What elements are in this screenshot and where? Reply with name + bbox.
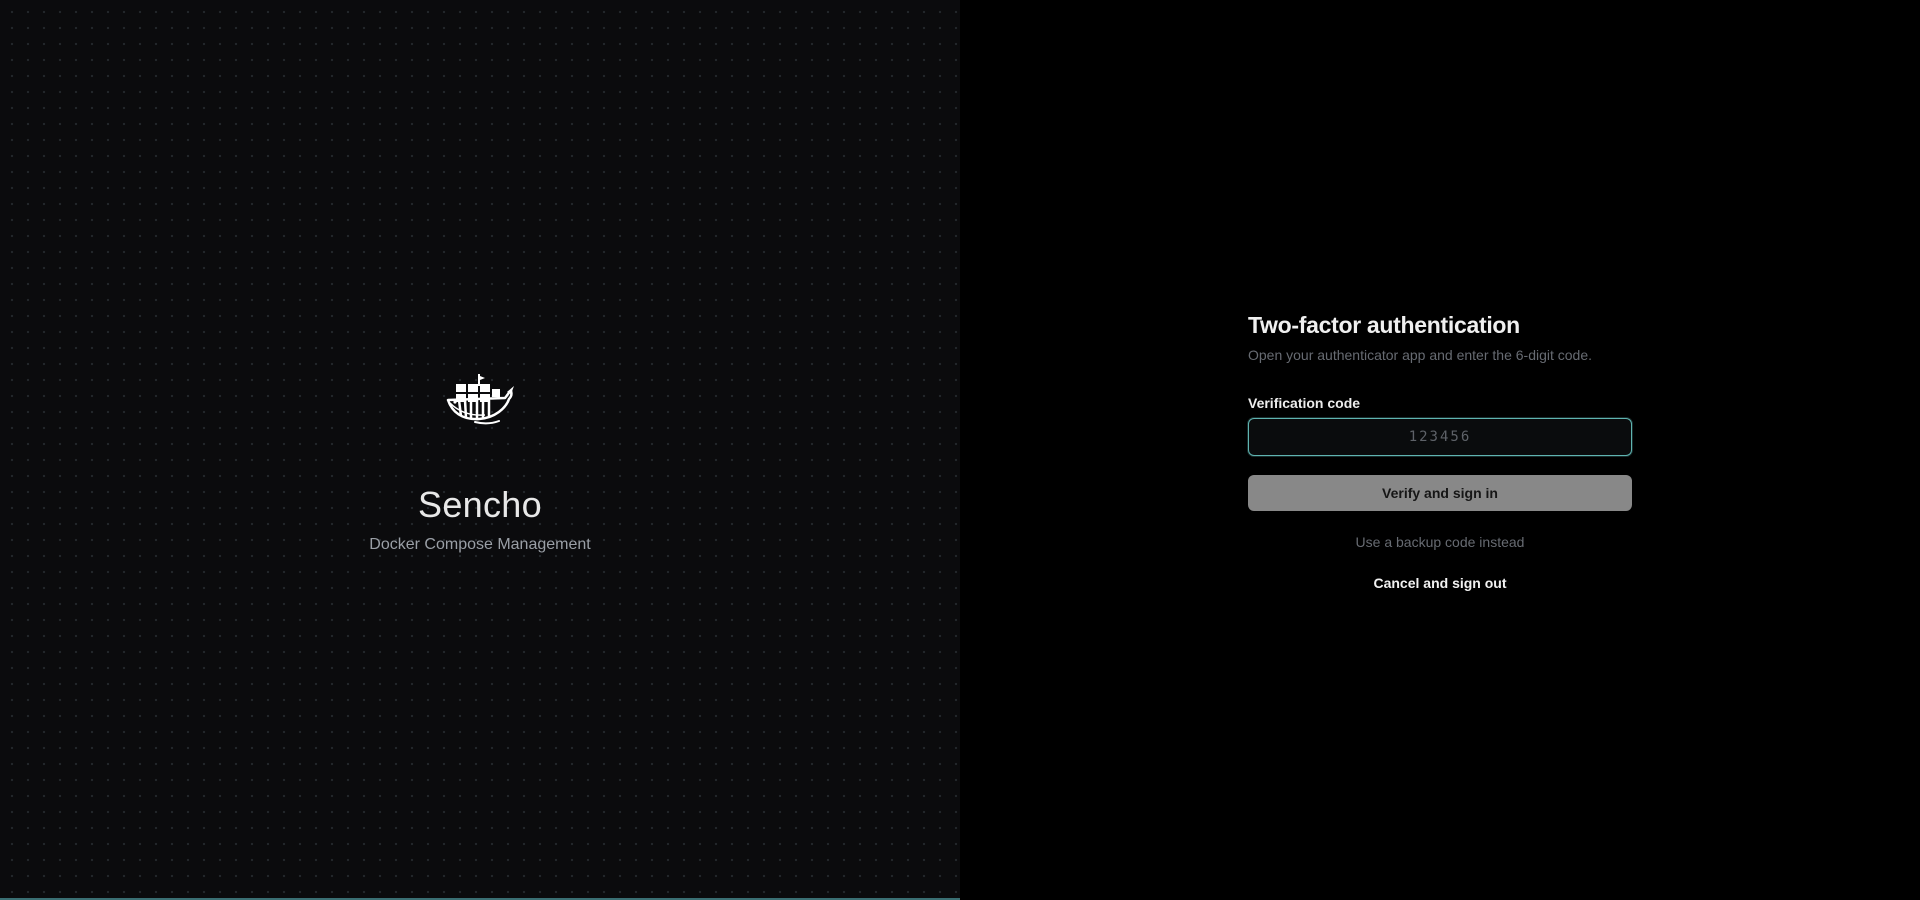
form-title: Two-factor authentication [1248,312,1520,338]
brand-tagline: Docker Compose Management [369,536,591,553]
verify-and-sign-in-button[interactable]: Verify and sign in [1248,475,1632,511]
form-description: Open your authenticator app and enter th… [1248,347,1593,363]
two-factor-form: Two-factor authentication Open your auth… [1248,310,1632,593]
cancel-link-row: Cancel and sign out [1248,552,1632,593]
backup-link-row: Use a backup code instead [1248,511,1632,552]
verification-code-input[interactable] [1248,418,1632,456]
brand-panel: Sencho Docker Compose Management [0,0,960,900]
cancel-and-sign-out-link[interactable]: Cancel and sign out [1373,574,1506,592]
brand-name: Sencho [418,484,542,525]
use-backup-code-link[interactable]: Use a backup code instead [1356,533,1525,551]
brand-block: Sencho Docker Compose Management [0,372,960,555]
whale-ship-icon [446,374,514,425]
verification-code-label: Verification code [1248,395,1361,411]
login-page: Sencho Docker Compose Management Two-fac… [0,0,1920,900]
